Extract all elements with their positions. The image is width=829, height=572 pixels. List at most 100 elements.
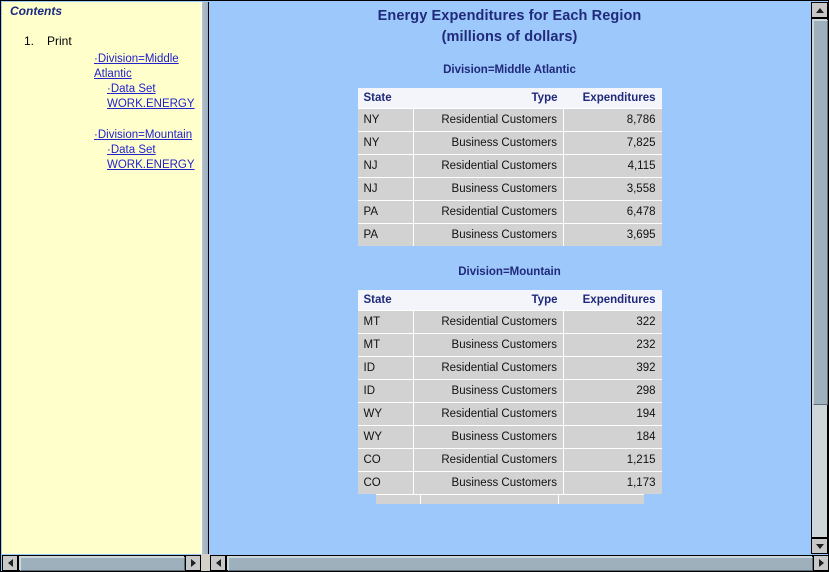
- cell-type: Business Customers: [413, 379, 564, 403]
- vertical-scrollbar-track[interactable]: [811, 18, 828, 538]
- cell-type: Residential Customers: [413, 402, 564, 426]
- toc-group-mountain: ·Division=Mountain ·Data Set WORK.ENERGY: [94, 128, 201, 173]
- contents-pane: Contents 1. Print ·Division=Middle Atlan…: [2, 2, 201, 554]
- scroll-right-button[interactable]: [813, 555, 828, 571]
- column-separator: [557, 495, 559, 504]
- column-separator: [419, 495, 421, 504]
- arrow-left-icon: [215, 559, 221, 567]
- column-header-state: State: [357, 290, 414, 311]
- contents-scrollbar-thumb[interactable]: [20, 557, 185, 571]
- cell-state: PA: [357, 200, 414, 224]
- cell-state: CO: [357, 471, 414, 494]
- table-row: WY Residential Customers 194: [357, 402, 662, 426]
- table-header-row: State Type Expenditures: [357, 88, 662, 109]
- toc-item-label: Print: [47, 34, 72, 48]
- section-heading-mountain: Division=Mountain: [458, 266, 561, 278]
- cell-state: NY: [357, 131, 414, 155]
- vertical-scrollbar-thumb[interactable]: [813, 20, 828, 405]
- cell-type: Business Customers: [413, 425, 564, 449]
- table-row: PA Residential Customers 6,478: [357, 200, 662, 224]
- page-title: Energy Expenditures for Each Region (mil…: [210, 2, 809, 48]
- contents-inner: Contents 1. Print ·Division=Middle Atlan…: [2, 2, 201, 554]
- scrollbar-corner: [201, 554, 210, 571]
- toc-item-number: 1.: [24, 34, 35, 48]
- cell-type: Residential Customers: [413, 108, 564, 132]
- table-header-row: State Type Expenditures: [357, 290, 662, 311]
- table-header: State Type Expenditures: [357, 88, 662, 109]
- cell-expenditures: 194: [563, 402, 662, 426]
- toc-link-dataset-work-energy-1[interactable]: ·Data Set WORK.ENERGY: [107, 82, 201, 112]
- cell-state: ID: [357, 379, 414, 403]
- toc-link-dataset-work-energy-2[interactable]: ·Data Set WORK.ENERGY: [107, 143, 201, 173]
- cell-type: Residential Customers: [413, 356, 564, 380]
- cell-type: Residential Customers: [413, 200, 564, 224]
- cell-state: PA: [357, 223, 414, 246]
- cell-expenditures: 392: [563, 356, 662, 380]
- results-scrollbar-track[interactable]: [226, 555, 813, 571]
- column-header-state: State: [357, 88, 414, 109]
- table-row: NY Residential Customers 8,786: [357, 108, 662, 132]
- scroll-up-button[interactable]: [811, 2, 828, 18]
- table-wrapper-middle-atlantic: State Type Expenditures NY Residential C…: [210, 88, 809, 246]
- section-heading-middle-atlantic: Division=Middle Atlantic: [443, 64, 576, 76]
- column-header-type: Type: [413, 290, 564, 311]
- cell-expenditures: 6,478: [563, 200, 662, 224]
- arrow-up-icon: [815, 7, 824, 13]
- table-row: CO Residential Customers 1,215: [357, 448, 662, 472]
- cell-state: MT: [357, 333, 414, 357]
- table-body: MT Residential Customers 322 MT Business…: [357, 310, 662, 494]
- report-table-mountain: State Type Expenditures MT Residential C…: [357, 290, 662, 494]
- table-row: NJ Residential Customers 4,115: [357, 154, 662, 178]
- table-row: NJ Business Customers 3,558: [357, 177, 662, 201]
- cell-expenditures: 3,695: [563, 223, 662, 246]
- arrow-left-icon: [7, 559, 13, 567]
- report-title-line-1: Energy Expenditures for Each Region: [377, 8, 642, 24]
- table-row: NY Business Customers 7,825: [357, 131, 662, 155]
- cell-state: CO: [357, 448, 414, 472]
- contents-scrollbar-track[interactable]: [18, 555, 185, 571]
- contents-horizontal-scrollbar[interactable]: [2, 554, 201, 571]
- column-header-type: Type: [413, 88, 564, 109]
- cell-state: WY: [357, 425, 414, 449]
- pane-splitter[interactable]: [201, 2, 209, 554]
- results-scrollbar-thumb[interactable]: [228, 557, 813, 571]
- cell-type: Residential Customers: [413, 448, 564, 472]
- cell-state: NJ: [357, 154, 414, 178]
- arrow-right-icon: [818, 559, 824, 567]
- cell-type: Residential Customers: [413, 310, 564, 334]
- arrow-down-icon: [815, 543, 824, 549]
- results-horizontal-scrollbar[interactable]: [210, 554, 828, 571]
- cell-state: ID: [357, 356, 414, 380]
- vertical-scrollbar[interactable]: [810, 2, 828, 554]
- cell-expenditures: 4,115: [563, 154, 662, 178]
- cell-type: Residential Customers: [413, 154, 564, 178]
- results-document: Energy Expenditures for Each Region (mil…: [210, 2, 809, 554]
- toc-link-division-middle-atlantic[interactable]: ·Division=Middle Atlantic: [94, 52, 201, 82]
- cell-state: NJ: [357, 177, 414, 201]
- arrow-right-icon: [190, 559, 196, 567]
- column-header-expenditures: Expenditures: [563, 290, 662, 311]
- scroll-right-button[interactable]: [185, 555, 201, 571]
- cell-expenditures: 1,173: [563, 471, 662, 494]
- cell-expenditures: 1,215: [563, 448, 662, 472]
- table-row: CO Business Customers 1,173: [357, 471, 662, 494]
- cell-type: Business Customers: [413, 131, 564, 155]
- toc-link-division-mountain[interactable]: ·Division=Mountain: [94, 128, 201, 143]
- toc-link-label: Division=Mountain: [97, 129, 193, 141]
- cell-type: Business Customers: [413, 471, 564, 494]
- sas-results-window: Contents 1. Print ·Division=Middle Atlan…: [0, 0, 829, 572]
- column-header-expenditures: Expenditures: [563, 88, 662, 109]
- cell-type: Business Customers: [413, 177, 564, 201]
- cell-state: MT: [357, 310, 414, 334]
- toc-link-label: Data Set WORK.ENERGY: [107, 144, 195, 171]
- scroll-down-button[interactable]: [811, 538, 828, 554]
- scroll-left-button[interactable]: [210, 555, 226, 571]
- table-body: NY Residential Customers 8,786 NY Busine…: [357, 108, 662, 246]
- cell-type: Business Customers: [413, 333, 564, 357]
- scroll-left-button[interactable]: [2, 555, 18, 571]
- cell-expenditures: 232: [563, 333, 662, 357]
- toc-link-label: Division=Middle Atlantic: [94, 53, 179, 80]
- cell-expenditures: 3,558: [563, 177, 662, 201]
- report-title-line-2: (millions of dollars): [441, 29, 578, 45]
